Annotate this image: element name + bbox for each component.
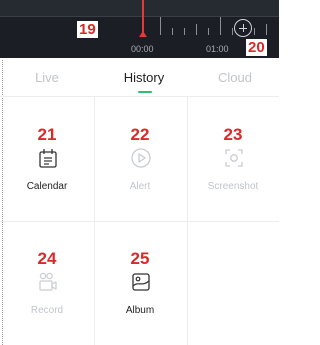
alert-button[interactable]: 22 Alert — [94, 97, 186, 221]
album-label: Album — [125, 305, 155, 316]
history-timeline[interactable]: 00:00 01:00 19 20 — [0, 0, 279, 58]
album-button[interactable]: 25 Album — [94, 221, 186, 345]
album-icon — [132, 273, 150, 291]
record-label: Record — [30, 305, 64, 316]
calendar-icon — [39, 149, 57, 168]
timeline-tick — [172, 28, 173, 35]
calendar-button[interactable]: 21 Calendar — [1, 97, 93, 221]
timeline-divider — [0, 16, 279, 17]
time-label-next: 01:00 — [206, 44, 229, 54]
annotation-album: 25 — [130, 249, 150, 268]
timeline-tick — [208, 28, 209, 35]
timeline-top-band — [0, 0, 279, 16]
record-button[interactable]: 24 Record — [1, 221, 93, 345]
annotation-zoom: 20 — [246, 39, 267, 56]
time-label-start: 00:00 — [131, 44, 154, 54]
timeline-tick — [220, 17, 221, 35]
feature-grid: 21 Calendar 22 Alert 23 Screenshot 24 Re… — [0, 97, 279, 345]
timeline-tick — [160, 17, 161, 35]
screenshot-label: Screenshot — [207, 181, 259, 192]
timeline-tick — [196, 24, 197, 35]
tab-history[interactable]: History — [99, 70, 189, 85]
playhead-marker-icon — [139, 31, 147, 37]
timeline-tick — [184, 28, 185, 35]
view-tabs: Live History Cloud — [0, 60, 279, 97]
annotation-playhead: 19 — [77, 21, 98, 38]
active-tab-indicator — [138, 91, 152, 93]
timeline-tick — [266, 24, 267, 35]
alert-play-icon — [131, 148, 151, 168]
tab-live[interactable]: Live — [2, 70, 92, 85]
alert-label: Alert — [129, 181, 151, 192]
annotation-screenshot: 23 — [223, 125, 243, 144]
calendar-label: Calendar — [26, 181, 68, 192]
annotation-record: 24 — [37, 249, 57, 268]
record-icon — [39, 272, 57, 291]
screenshot-icon — [225, 149, 243, 167]
timeline-tick — [232, 28, 233, 35]
annotation-alert: 22 — [130, 125, 150, 144]
screenshot-button[interactable]: 23 Screenshot — [187, 97, 279, 221]
tab-cloud[interactable]: Cloud — [190, 70, 280, 85]
annotation-calendar: 21 — [37, 125, 57, 144]
timeline-tick — [254, 28, 255, 35]
zoom-in-icon[interactable] — [234, 19, 252, 37]
